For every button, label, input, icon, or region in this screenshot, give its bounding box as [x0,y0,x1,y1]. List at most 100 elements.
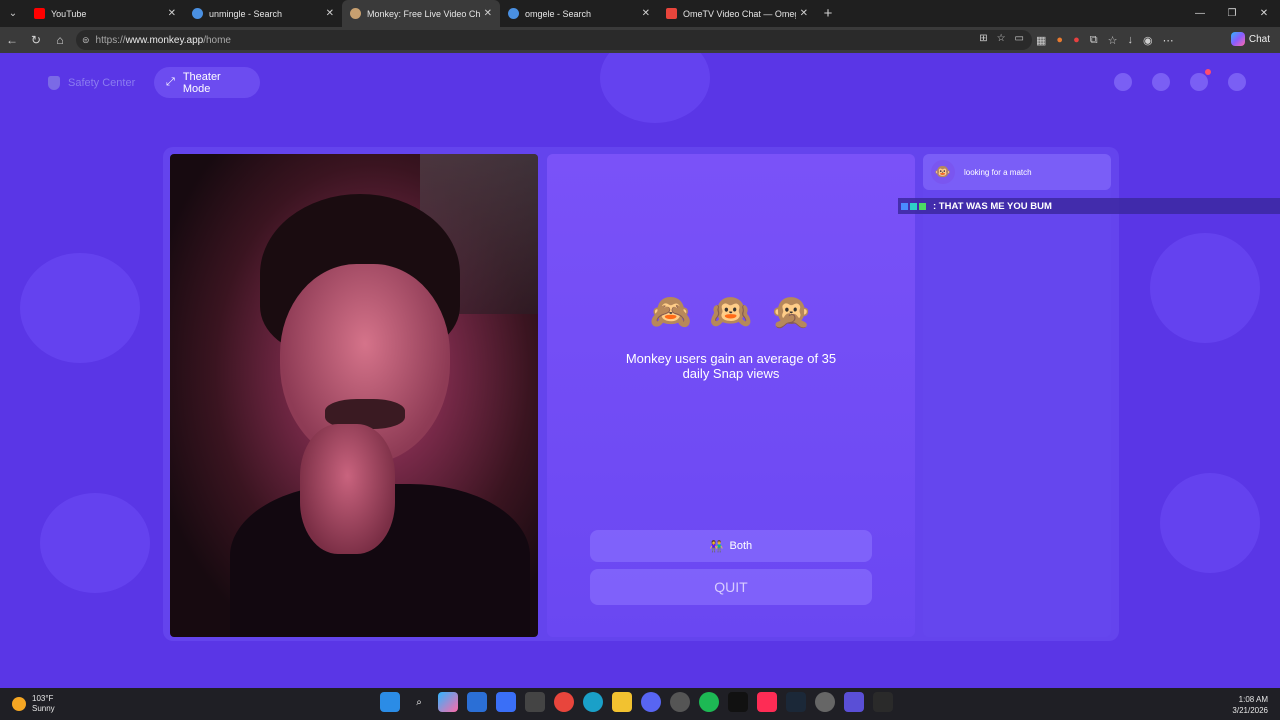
background-decoration [40,493,150,593]
mail-icon[interactable] [467,692,487,712]
browser-tab-bar: ⌄ YouTube ✕ unmingle - Search ✕ Monkey: … [0,0,1280,27]
tab-ometv[interactable]: OmeTV Video Chat — Omegle Ra ✕ [658,0,816,27]
background-decoration [1150,233,1260,343]
header-icons [1114,69,1246,91]
shield-icon [48,75,60,90]
tab-unmingle-search[interactable]: unmingle - Search ✕ [184,0,342,27]
see-no-evil-icon: 🙈 [649,293,692,331]
weather-widget[interactable]: 103°F Sunny [12,694,55,714]
epic-games-icon[interactable] [873,692,893,712]
downloads-icon[interactable]: ↓ [1127,34,1133,46]
quit-button[interactable]: QUIT [590,569,872,605]
copilot-chat-button[interactable]: Chat [1230,32,1270,46]
site-info-icon[interactable]: ⊜ [82,35,90,46]
favorites-icon[interactable]: ☆ [1108,34,1118,47]
tab-youtube[interactable]: YouTube ✕ [26,0,184,27]
weather-condition: Sunny [32,704,55,713]
close-tab-icon[interactable]: ✕ [484,8,492,19]
minimize-icon[interactable]: — [1184,0,1216,27]
monkey-avatar-icon: 🐵 [931,160,955,184]
home-icon[interactable]: ⌂ [48,33,72,47]
clock-date: 3/21/2026 [1232,706,1268,715]
search-icon[interactable]: ⌕ [409,692,429,712]
sun-icon [12,697,26,711]
app-grid-icon[interactable] [844,692,864,712]
tab-title: unmingle - Search [209,8,283,19]
spotify-icon[interactable] [699,692,719,712]
both-label: Both [729,540,753,552]
couple-icon: 👫 [709,540,724,553]
chrome-icon[interactable] [554,692,574,712]
tiktok-icon[interactable] [728,692,748,712]
url-prefix: https:// [95,34,126,46]
quit-label: QUIT [714,579,748,595]
coins-icon[interactable] [1114,73,1132,91]
stream-chat-overlay: : THAT WAS ME YOU BUM [898,198,1280,214]
close-tab-icon[interactable]: ✕ [326,8,334,19]
theater-mode-label: Theater Mode [182,70,221,95]
match-panel: 🙈 🙉 🙊 Monkey users gain an average of 35… [547,154,915,637]
omnibox-icons: ⊞ ☆ ▭ [979,33,1024,44]
copilot-icon[interactable] [438,692,458,712]
app-icon[interactable] [525,692,545,712]
tagline: Monkey users gain an average of 35 daily… [625,351,837,381]
favorite-star-icon[interactable]: ☆ [997,33,1006,44]
discord-icon[interactable] [641,692,661,712]
chat-pane: 🐵 looking for a match [923,154,1111,637]
tab-monkey[interactable]: Monkey: Free Live Video Chat ✕ [342,0,500,27]
extension-icon[interactable]: ▦ [1036,34,1046,47]
url-path: /home [203,34,231,46]
close-window-icon[interactable]: ✕ [1248,0,1280,27]
messages-icon[interactable] [1190,69,1211,91]
settings-icon[interactable] [815,692,835,712]
restore-icon[interactable]: ❐ [1216,0,1248,27]
url-host: www.monkey.app [125,34,204,46]
window-controls: — ❐ ✕ [1184,0,1280,27]
background-decoration [600,53,710,123]
steam-icon[interactable] [786,692,806,712]
safety-center-label: Safety Center [68,76,136,89]
more-menu-icon[interactable]: ⋯ [1163,34,1174,47]
profile-icon[interactable] [1228,73,1246,91]
back-icon[interactable]: ← [0,33,24,47]
app-icon[interactable] [670,692,690,712]
hear-no-evil-icon: 🙉 [709,293,753,331]
close-tab-icon[interactable]: ✕ [642,8,650,19]
match-status-text: looking for a match [964,167,1032,177]
close-tab-icon[interactable]: ✕ [168,8,176,19]
gender-filter-both-button[interactable]: 👫 Both [590,530,872,562]
history-icon[interactable] [1152,73,1170,91]
monkey-page: Safety Center ⤢ Theater Mode 🙈 🙉 🙊 Monke… [0,53,1280,688]
safety-center-button[interactable]: Safety Center [36,67,147,98]
extension-icon[interactable]: ● [1073,34,1080,46]
chat-label: Chat [1248,33,1270,45]
file-explorer-icon[interactable] [612,692,632,712]
profile-avatar-icon[interactable]: ◉ [1143,34,1153,47]
edge-icon[interactable] [583,692,603,712]
tab-actions-icon[interactable]: ⌄ [0,0,26,27]
start-icon[interactable] [380,692,400,712]
extension-icon[interactable]: ● [1056,34,1063,46]
camera-icon[interactable]: ▭ [1015,33,1024,44]
tiktok-live-icon[interactable] [757,692,777,712]
speak-no-evil-icon: 🙊 [770,293,813,331]
theater-mode-button[interactable]: ⤢ Theater Mode [154,67,260,98]
close-tab-icon[interactable]: ✕ [800,8,808,19]
expand-icon: ⤢ [166,76,175,88]
taskbar-apps: ⌕ [380,692,893,712]
address-bar: ← ↻ ⌂ ⊜ https://www.monkey.app/home ⊞ ☆ … [0,27,1280,53]
new-tab-button[interactable]: + [816,5,840,22]
tab-title: Monkey: Free Live Video Chat [367,8,480,19]
toolbar-icons: ▦ ● ● ⧉ ☆ ↓ ◉ ⋯ [1036,27,1174,53]
system-clock[interactable]: 1:08 AM 3/21/2026 [1232,694,1268,716]
tab-title: YouTube [51,8,87,19]
app-icon[interactable] [496,692,516,712]
extensions-puzzle-icon[interactable]: ⧉ [1090,34,1098,47]
background-decoration [20,253,140,363]
apps-icon[interactable]: ⊞ [979,33,987,44]
overlay-message: : THAT WAS ME YOU BUM [933,200,1052,212]
tab-omgele-search[interactable]: omgele - Search ✕ [500,0,658,27]
url-field[interactable]: ⊜ https://www.monkey.app/home ⊞ ☆ ▭ [76,30,1032,50]
search-favicon-icon [192,8,203,19]
refresh-icon[interactable]: ↻ [24,33,48,47]
